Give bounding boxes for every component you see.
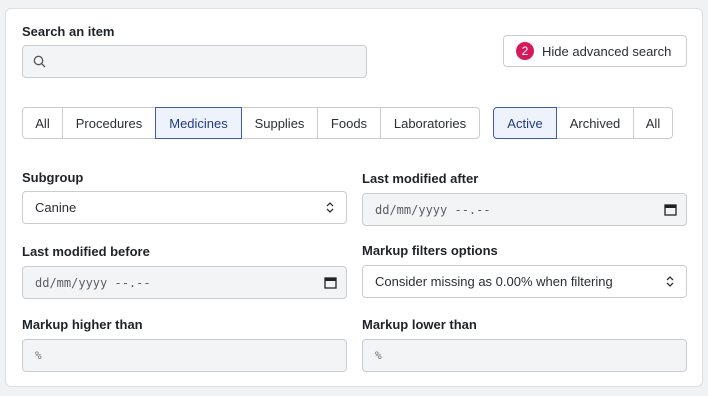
calendar-icon[interactable] — [664, 203, 677, 216]
last-modified-before-value: dd/mm/yyyy --.-- — [35, 275, 151, 290]
status-tabs: Active Archived All — [493, 107, 673, 139]
tab-laboratories[interactable]: Laboratories — [380, 107, 480, 139]
subgroup-label: Subgroup — [22, 170, 84, 185]
markup-lower-input[interactable]: % — [362, 339, 687, 372]
chevron-updown-icon — [666, 276, 674, 287]
tab-all[interactable]: All — [22, 107, 63, 139]
markup-filter-options-select[interactable]: Consider missing as 0.00% when filtering — [362, 265, 687, 298]
count-badge: 2 — [516, 42, 534, 60]
search-label: Search an item — [22, 24, 115, 39]
search-input[interactable] — [22, 45, 367, 78]
percent-unit: % — [35, 349, 42, 362]
calendar-icon[interactable] — [324, 276, 337, 289]
markup-higher-label: Markup higher than — [22, 317, 143, 332]
search-icon — [33, 55, 46, 68]
markup-lower-label: Markup lower than — [362, 317, 477, 332]
tab-status-all[interactable]: All — [633, 107, 673, 139]
subgroup-value: Canine — [35, 200, 77, 215]
subgroup-select[interactable]: Canine — [22, 191, 347, 224]
tab-archived[interactable]: Archived — [556, 107, 634, 139]
markup-filter-options-label: Markup filters options — [362, 243, 498, 258]
markup-filter-options-value: Consider missing as 0.00% when filtering — [375, 274, 613, 289]
markup-higher-input[interactable]: % — [22, 339, 347, 372]
tab-active[interactable]: Active — [493, 107, 557, 139]
category-tabs: All Procedures Medicines Supplies Foods … — [22, 107, 480, 139]
hide-advanced-search-label: Hide advanced search — [542, 43, 672, 59]
last-modified-before-input[interactable]: dd/mm/yyyy --.-- — [22, 266, 347, 299]
advanced-search-panel: Search an item 2 Hide advanced search Al… — [5, 8, 703, 387]
last-modified-after-input[interactable]: dd/mm/yyyy --.-- — [362, 193, 687, 226]
chevron-updown-icon — [326, 202, 334, 213]
last-modified-before-label: Last modified before — [22, 244, 150, 259]
last-modified-after-label: Last modified after — [362, 171, 479, 186]
percent-unit: % — [375, 349, 382, 362]
tab-supplies[interactable]: Supplies — [241, 107, 318, 139]
tab-foods[interactable]: Foods — [317, 107, 381, 139]
tab-medicines[interactable]: Medicines — [155, 107, 242, 139]
hide-advanced-search-button[interactable]: 2 Hide advanced search — [503, 35, 687, 67]
last-modified-after-value: dd/mm/yyyy --.-- — [375, 202, 491, 217]
tab-procedures[interactable]: Procedures — [62, 107, 156, 139]
